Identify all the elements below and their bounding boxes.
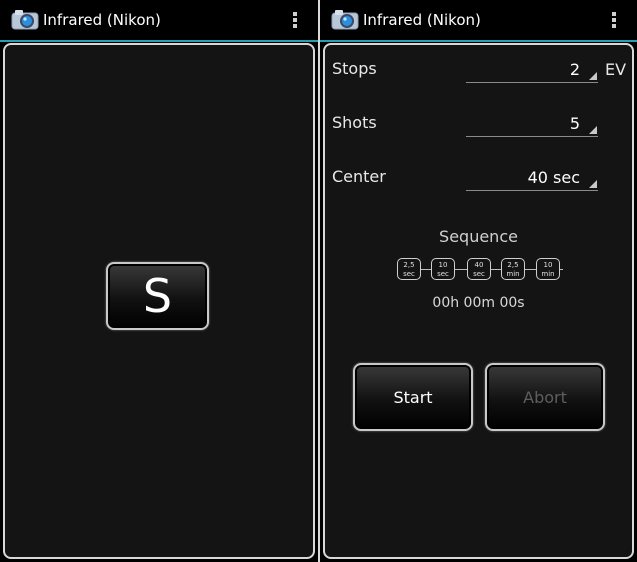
abort-button[interactable]: Abort: [485, 363, 605, 431]
shots-label: Shots: [332, 113, 377, 132]
shots-spinner[interactable]: 5: [466, 110, 598, 137]
stops-unit: EV: [605, 60, 627, 79]
center-label: Center: [332, 167, 386, 186]
camera-icon: [331, 10, 359, 30]
right-screen: Infrared (Nikon) Stops 2 EV Shots 5 Cent…: [320, 0, 637, 562]
left-screen: Infrared (Nikon) S: [0, 0, 318, 562]
center-value: 40 sec: [527, 168, 580, 187]
sequence-chain: 2,5 sec 10 sec 40 sec 2,5 min 10 min: [397, 258, 567, 282]
sequence-title: Sequence: [439, 227, 518, 246]
sequence-step: 10 min: [536, 258, 560, 280]
sequence-step: 2,5 min: [501, 258, 525, 280]
stops-label: Stops: [332, 59, 377, 78]
camera-icon: [11, 10, 39, 30]
dropdown-corner-icon: [589, 72, 597, 80]
stops-spinner[interactable]: 2: [466, 56, 598, 83]
dropdown-corner-icon: [589, 180, 597, 188]
shutter-button[interactable]: S: [106, 262, 209, 330]
sequence-step: 10 sec: [431, 258, 455, 280]
app-title: Infrared (Nikon): [363, 11, 481, 29]
action-bar: Infrared (Nikon): [0, 0, 318, 42]
app-title: Infrared (Nikon): [43, 11, 161, 29]
action-bar: Infrared (Nikon): [320, 0, 637, 42]
start-button[interactable]: Start: [353, 363, 473, 431]
shots-value: 5: [569, 114, 580, 133]
sequence-step: 40 sec: [467, 258, 491, 280]
dropdown-corner-icon: [589, 126, 597, 134]
center-spinner[interactable]: 40 sec: [466, 164, 598, 191]
overflow-menu-icon[interactable]: [611, 12, 617, 30]
elapsed-time: 00h 00m 00s: [432, 295, 525, 311]
sequence-step: 2,5 sec: [397, 258, 421, 280]
stops-value: 2: [569, 60, 580, 79]
overflow-menu-icon[interactable]: [292, 12, 298, 30]
